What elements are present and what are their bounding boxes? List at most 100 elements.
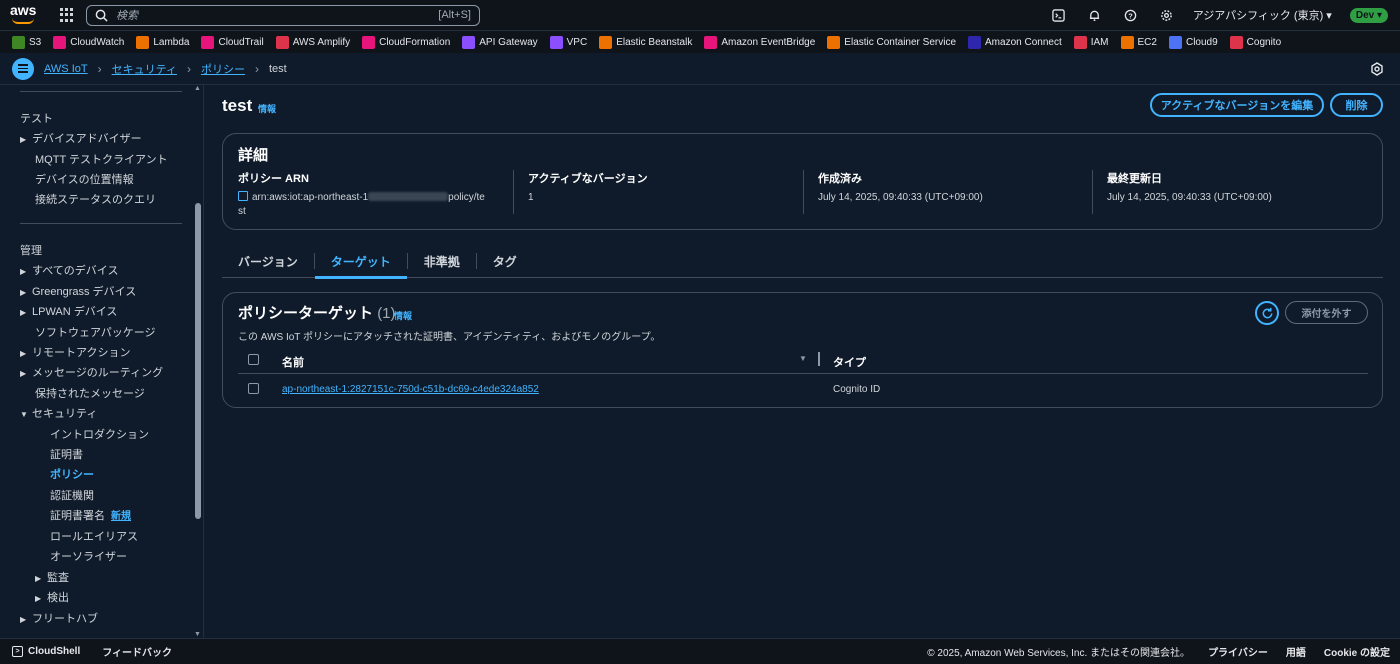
search-input[interactable]: 検索 [Alt+S] [86, 4, 480, 26]
scroll-up-icon[interactable]: ▲ [194, 85, 201, 92]
feedback-link[interactable]: フィードバック [102, 644, 172, 659]
terms-link[interactable]: 用語 [1286, 644, 1306, 659]
favorite-api-gateway[interactable]: API Gateway [462, 35, 538, 49]
select-all-checkbox[interactable] [248, 354, 259, 365]
sidebar-item-certificate-signing[interactable]: 証明書署名 新規 [50, 507, 131, 523]
tab-versions[interactable]: バージョン [222, 245, 314, 278]
column-header-name[interactable]: 名前 [282, 354, 304, 370]
gear-icon[interactable] [1149, 0, 1185, 30]
row-checkbox[interactable] [248, 383, 259, 394]
caret-right-icon: ▶ [20, 288, 27, 297]
sidebar-item-device-location[interactable]: デバイスの位置情報 [35, 171, 134, 187]
cloudshell-button[interactable]: > CloudShell [12, 646, 80, 657]
footer-links: © 2025, Amazon Web Services, Inc. またはその関… [927, 644, 1390, 659]
sidebar-item-detect[interactable]: ▶ 検出 [35, 589, 69, 605]
sidebar-item-message-routing[interactable]: ▶ メッセージのルーティング [20, 364, 163, 380]
favorite-elastic-container-service[interactable]: Elastic Container Service [827, 35, 956, 49]
region-selector[interactable]: アジアパシフィック (東京) ▾ [1193, 7, 1332, 23]
search-icon [95, 9, 108, 22]
breadcrumb-security[interactable]: セキュリティ [112, 61, 177, 77]
cookie-settings-link[interactable]: Cookie の設定 [1324, 644, 1390, 659]
sidebar-item-software-packages[interactable]: ソフトウェアパッケージ [35, 324, 156, 340]
sidebar-item-greengrass[interactable]: ▶ Greengrass デバイス [20, 283, 136, 299]
tab-tags[interactable]: タグ [477, 245, 533, 278]
breadcrumb-policies[interactable]: ポリシー [201, 61, 245, 77]
bell-icon[interactable] [1077, 0, 1113, 30]
favorite-amazon-connect[interactable]: Amazon Connect [968, 35, 1062, 49]
services-grid-icon[interactable] [60, 8, 74, 22]
favorite-iam[interactable]: IAM [1073, 35, 1109, 49]
sidebar-item-all-devices[interactable]: ▶ すべてのデバイス [20, 262, 118, 278]
sidebar-item-remote-actions[interactable]: ▶ リモートアクション [20, 344, 130, 360]
main-content: test 情報 アクティブなバージョンを編集 削除 詳細 ポリシー ARN ar… [205, 85, 1400, 638]
sidebar: テスト ▶ デバイスアドバイザー MQTT テストクライアント デバイスの位置情報… [0, 85, 204, 638]
service-icon [599, 35, 613, 49]
service-icon [704, 35, 718, 49]
sidebar-item-fleet-hub[interactable]: ▶ フリートハブ [20, 610, 98, 626]
sidebar-item-policies[interactable]: ポリシー [50, 466, 94, 482]
scrollbar-thumb[interactable] [195, 203, 201, 519]
column-resizer[interactable] [818, 352, 820, 366]
column-header-type[interactable]: タイプ [833, 354, 866, 370]
footer: > CloudShell フィードバック © 2025, Amazon Web S… [0, 638, 1400, 664]
favorite-s3[interactable]: S3 [12, 35, 41, 49]
targets-heading: ポリシーターゲット (1) [238, 305, 396, 322]
service-icon [362, 35, 376, 49]
target-type: Cognito ID [833, 384, 881, 395]
sidebar-item-role-aliases[interactable]: ロールエイリアス [50, 528, 138, 544]
created-label: 作成済み [818, 173, 862, 185]
sidebar-item-certificates[interactable]: 証明書 [50, 446, 83, 462]
sidebar-scrollbar[interactable]: ▲ ▼ [193, 85, 203, 638]
sidebar-divider [20, 91, 182, 92]
title-info-link[interactable]: 情報 [258, 102, 276, 115]
favorite-vpc[interactable]: VPC [549, 35, 587, 49]
policy-arn-label: ポリシー ARN [238, 173, 309, 185]
favorite-cloud9[interactable]: Cloud9 [1168, 35, 1218, 49]
details-heading: 詳細 [238, 147, 269, 164]
hamburger-menu-icon[interactable] [12, 57, 34, 80]
scroll-down-icon[interactable]: ▼ [194, 631, 201, 638]
favorite-cloudformation[interactable]: CloudFormation [362, 35, 450, 49]
sidebar-item-introduction[interactable]: イントロダクション [50, 426, 149, 442]
sidebar-item-connection-status[interactable]: 接続ステータスのクエリ [35, 191, 156, 207]
favorite-ec2[interactable]: EC2 [1120, 35, 1157, 49]
favorite-elastic-beanstalk[interactable]: Elastic Beanstalk [599, 35, 692, 49]
account-badge[interactable]: Dev ▾ [1349, 7, 1388, 23]
target-name-link[interactable]: ap-northeast-1:2827151c-750d-c51b-dc69-c… [282, 384, 539, 395]
targets-info-link[interactable]: 情報 [394, 309, 412, 322]
tab-targets[interactable]: ターゲット [314, 245, 407, 279]
cloudshell-icon[interactable] [1041, 0, 1077, 30]
copy-icon[interactable] [238, 191, 248, 201]
favorite-lambda[interactable]: Lambda [136, 35, 189, 49]
privacy-link[interactable]: プライバシー [1208, 644, 1268, 659]
favorite-amazon-eventbridge[interactable]: Amazon EventBridge [704, 35, 815, 49]
page-settings-icon[interactable] [1370, 62, 1384, 76]
sidebar-item-authorizers[interactable]: オーソライザー [50, 548, 127, 564]
tab-noncompliant[interactable]: 非準拠 [408, 245, 476, 278]
service-icon [462, 35, 476, 49]
sidebar-item-certificate-authorities[interactable]: 認証機関 [50, 487, 94, 503]
refresh-button[interactable] [1255, 301, 1279, 325]
sidebar-item-retained-messages[interactable]: 保持されたメッセージ [35, 385, 145, 401]
column-divider [803, 170, 804, 214]
sort-desc-icon[interactable]: ▼ [799, 354, 807, 363]
aws-logo[interactable]: aws [10, 2, 46, 26]
breadcrumb-aws-iot[interactable]: AWS IoT [44, 63, 88, 75]
sidebar-item-device-advisor[interactable]: ▶ デバイスアドバイザー [20, 130, 142, 146]
caret-right-icon: ▶ [35, 574, 42, 583]
detach-button[interactable]: 添付を外す [1285, 301, 1368, 324]
favorite-cloudwatch[interactable]: CloudWatch [53, 35, 124, 49]
delete-button[interactable]: 削除 [1330, 93, 1383, 117]
aws-logo-text: aws [10, 2, 37, 18]
sidebar-item-mqtt-client[interactable]: MQTT テストクライアント [35, 151, 168, 167]
search-shortcut: [Alt+S] [438, 9, 471, 21]
active-version-label: アクティブなバージョン [528, 173, 648, 185]
favorite-cognito[interactable]: Cognito [1229, 35, 1281, 49]
sidebar-item-audit[interactable]: ▶ 監査 [35, 569, 69, 585]
sidebar-item-security[interactable]: ▼ セキュリティ [20, 405, 97, 421]
favorite-cloudtrail[interactable]: CloudTrail [201, 35, 264, 49]
favorite-aws-amplify[interactable]: AWS Amplify [275, 35, 350, 49]
sidebar-item-lpwan[interactable]: ▶ LPWAN デバイス [20, 303, 117, 319]
help-icon[interactable]: ? [1113, 0, 1149, 30]
edit-active-version-button[interactable]: アクティブなバージョンを編集 [1150, 93, 1324, 117]
